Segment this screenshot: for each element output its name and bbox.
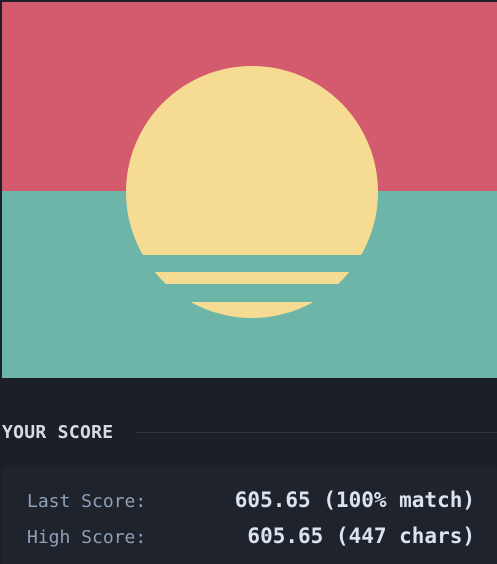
last-score-value: 605.65 (100% match) (234, 488, 475, 512)
sunset-image (2, 2, 497, 378)
high-score-value: 605.65 (447 chars) (247, 524, 475, 548)
last-score-label: Last Score: (27, 491, 147, 512)
high-score-label: High Score: (27, 527, 147, 548)
score-header: YOUR SCORE (2, 420, 497, 444)
score-title: YOUR SCORE (2, 421, 114, 443)
target-canvas (2, 2, 497, 378)
divider (135, 431, 497, 433)
last-score-row: Last Score: 605.65 (100% match) (27, 488, 475, 512)
high-score-row: High Score: 605.65 (447 chars) (27, 524, 475, 548)
score-panel: Last Score: 605.65 (100% match) High Sco… (2, 466, 497, 564)
game-page: YOUR SCORE Last Score: 605.65 (100% matc… (0, 0, 497, 564)
